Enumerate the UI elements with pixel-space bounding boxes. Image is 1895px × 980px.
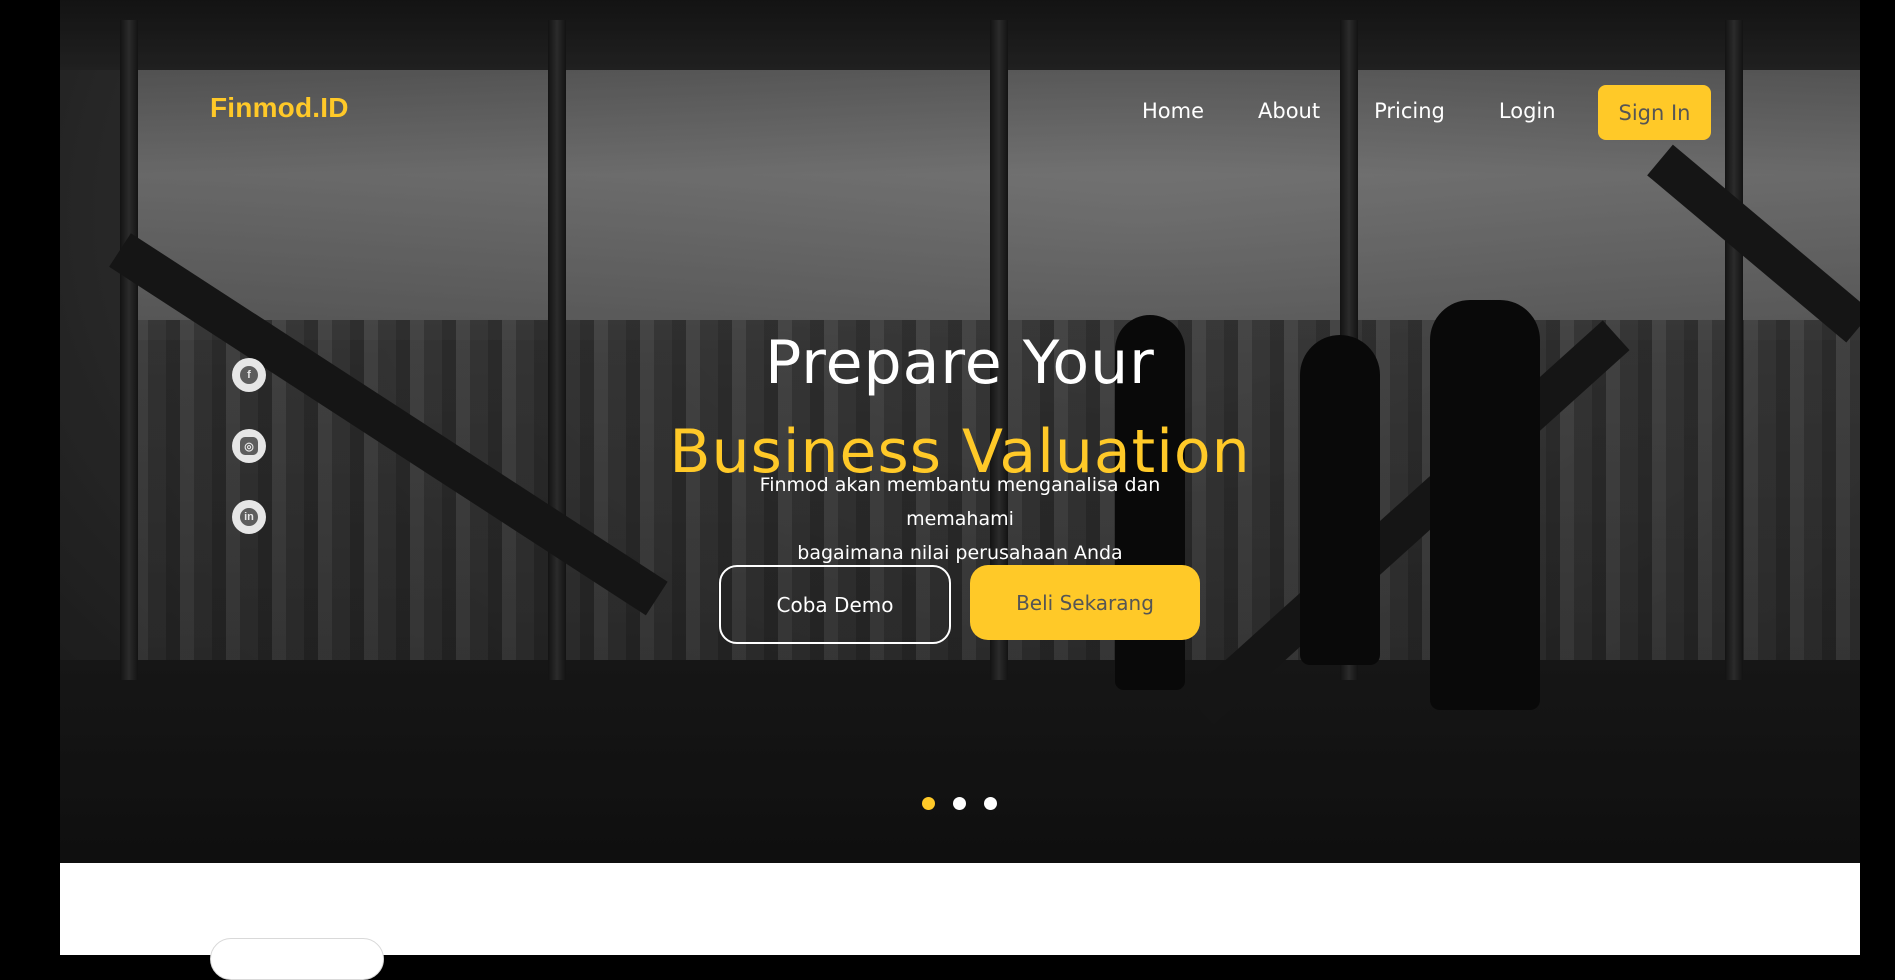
- brand-logo[interactable]: Finmod.ID: [210, 92, 349, 124]
- hero-subtitle-line2: memahami: [906, 508, 1014, 530]
- hero-title-line1: Prepare Your: [765, 328, 1155, 398]
- hero-subtitle-line1: Finmod akan membantu menganalisa dan: [759, 474, 1161, 496]
- buy-now-button[interactable]: Beli Sekarang: [970, 565, 1200, 640]
- carousel-dot-3[interactable]: [984, 797, 997, 810]
- nav-login[interactable]: Login: [1499, 99, 1556, 123]
- hero-section: Finmod.ID Home About Pricing Login Sign …: [60, 0, 1860, 863]
- linkedin-link[interactable]: in: [232, 500, 266, 534]
- nav-pricing[interactable]: Pricing: [1374, 99, 1445, 123]
- try-demo-button[interactable]: Coba Demo: [719, 565, 951, 644]
- section-pill: [210, 938, 384, 980]
- sign-in-button[interactable]: Sign In: [1598, 85, 1711, 140]
- carousel-dot-2[interactable]: [953, 797, 966, 810]
- nav-about[interactable]: About: [1258, 99, 1320, 123]
- linkedin-icon: in: [240, 508, 258, 526]
- hero-subtitle: Finmod akan membantu menganalisa dan mem…: [740, 468, 1180, 570]
- carousel-dot-1[interactable]: [922, 797, 935, 810]
- page-viewport: Finmod.ID Home About Pricing Login Sign …: [60, 0, 1860, 980]
- nav-home[interactable]: Home: [1142, 99, 1204, 123]
- main-nav: Home About Pricing Login: [1142, 99, 1610, 123]
